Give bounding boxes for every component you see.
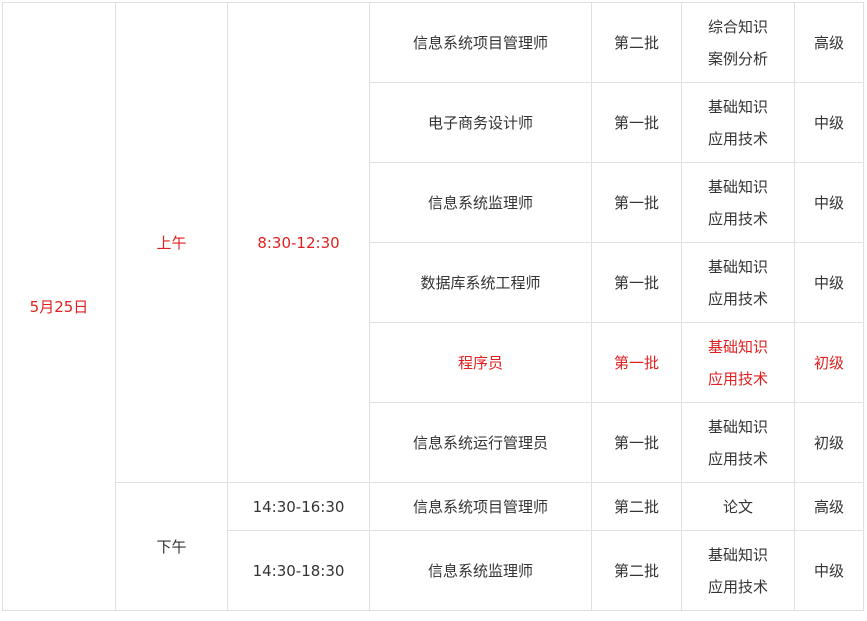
subject-cell: 电子商务设计师 bbox=[369, 82, 592, 163]
level-cell: 高级 bbox=[794, 482, 864, 531]
batch-cell: 第一批 bbox=[591, 162, 682, 243]
time-cell-morning: 8:30-12:30 bbox=[227, 2, 370, 483]
exam-line-2: 案例分析 bbox=[707, 49, 768, 68]
subject-cell: 信息系统项目管理师 bbox=[369, 482, 592, 531]
level-cell: 初级 bbox=[794, 402, 864, 483]
date-cell: 5月25日 bbox=[2, 2, 116, 611]
exam-cell: 论文 bbox=[681, 482, 795, 531]
exam-line-2: 应用技术 bbox=[707, 129, 768, 148]
subject-cell: 信息系统监理师 bbox=[369, 530, 592, 611]
level-cell: 高级 bbox=[794, 2, 864, 83]
exam-cell: 基础知识 应用技术 bbox=[681, 162, 795, 243]
batch-cell: 第二批 bbox=[591, 2, 682, 83]
exam-line-2: 应用技术 bbox=[707, 289, 768, 308]
exam-line-1: 综合知识 bbox=[707, 17, 768, 36]
time-cell: 14:30-16:30 bbox=[227, 482, 370, 531]
period-cell-afternoon: 下午 bbox=[115, 482, 228, 611]
batch-cell: 第一批 bbox=[591, 322, 682, 403]
time-cell: 14:30-18:30 bbox=[227, 530, 370, 611]
batch-cell: 第一批 bbox=[591, 82, 682, 163]
exam-cell: 基础知识 应用技术 bbox=[681, 530, 795, 611]
level-cell: 初级 bbox=[794, 322, 864, 403]
exam-cell: 基础知识 应用技术 bbox=[681, 242, 795, 323]
exam-line-1: 基础知识 bbox=[707, 177, 768, 196]
period-cell-morning: 上午 bbox=[115, 2, 228, 483]
subject-cell: 信息系统项目管理师 bbox=[369, 2, 592, 83]
batch-cell: 第一批 bbox=[591, 242, 682, 323]
exam-line-2: 应用技术 bbox=[707, 369, 768, 388]
level-cell: 中级 bbox=[794, 82, 864, 163]
exam-cell: 基础知识 应用技术 bbox=[681, 82, 795, 163]
exam-line-2: 应用技术 bbox=[707, 577, 768, 596]
exam-cell: 综合知识 案例分析 bbox=[681, 2, 795, 83]
exam-line-2: 应用技术 bbox=[707, 449, 768, 468]
exam-line-1: 基础知识 bbox=[707, 257, 768, 276]
batch-cell: 第二批 bbox=[591, 530, 682, 611]
level-cell: 中级 bbox=[794, 242, 864, 323]
table-row: 下午 14:30-16:30 信息系统项目管理师 第二批 论文 高级 bbox=[3, 482, 864, 611]
subject-cell: 程序员 bbox=[369, 322, 592, 403]
exam-line-1: 基础知识 bbox=[707, 417, 768, 436]
batch-cell: 第一批 bbox=[591, 402, 682, 483]
subject-cell: 信息系统监理师 bbox=[369, 162, 592, 243]
table-row: 5月25日 上午 8:30-12:30 信息系统项目管理师 第二批 综合知识 案… bbox=[2, 2, 864, 611]
exam-cell: 基础知识 应用技术 bbox=[681, 402, 795, 483]
level-cell: 中级 bbox=[794, 162, 864, 243]
subject-cell: 数据库系统工程师 bbox=[369, 242, 592, 323]
exam-line-1: 基础知识 bbox=[707, 97, 768, 116]
exam-line-2: 应用技术 bbox=[707, 209, 768, 228]
batch-cell: 第二批 bbox=[591, 482, 682, 531]
level-cell: 中级 bbox=[794, 530, 864, 611]
subject-cell: 信息系统运行管理员 bbox=[369, 402, 592, 483]
exam-schedule-table: 5月25日 上午 8:30-12:30 信息系统项目管理师 第二批 综合知识 案… bbox=[2, 2, 864, 611]
exam-cell: 基础知识 应用技术 bbox=[681, 322, 795, 403]
exam-line-1: 基础知识 bbox=[707, 545, 768, 564]
exam-line-1: 基础知识 bbox=[707, 337, 768, 356]
